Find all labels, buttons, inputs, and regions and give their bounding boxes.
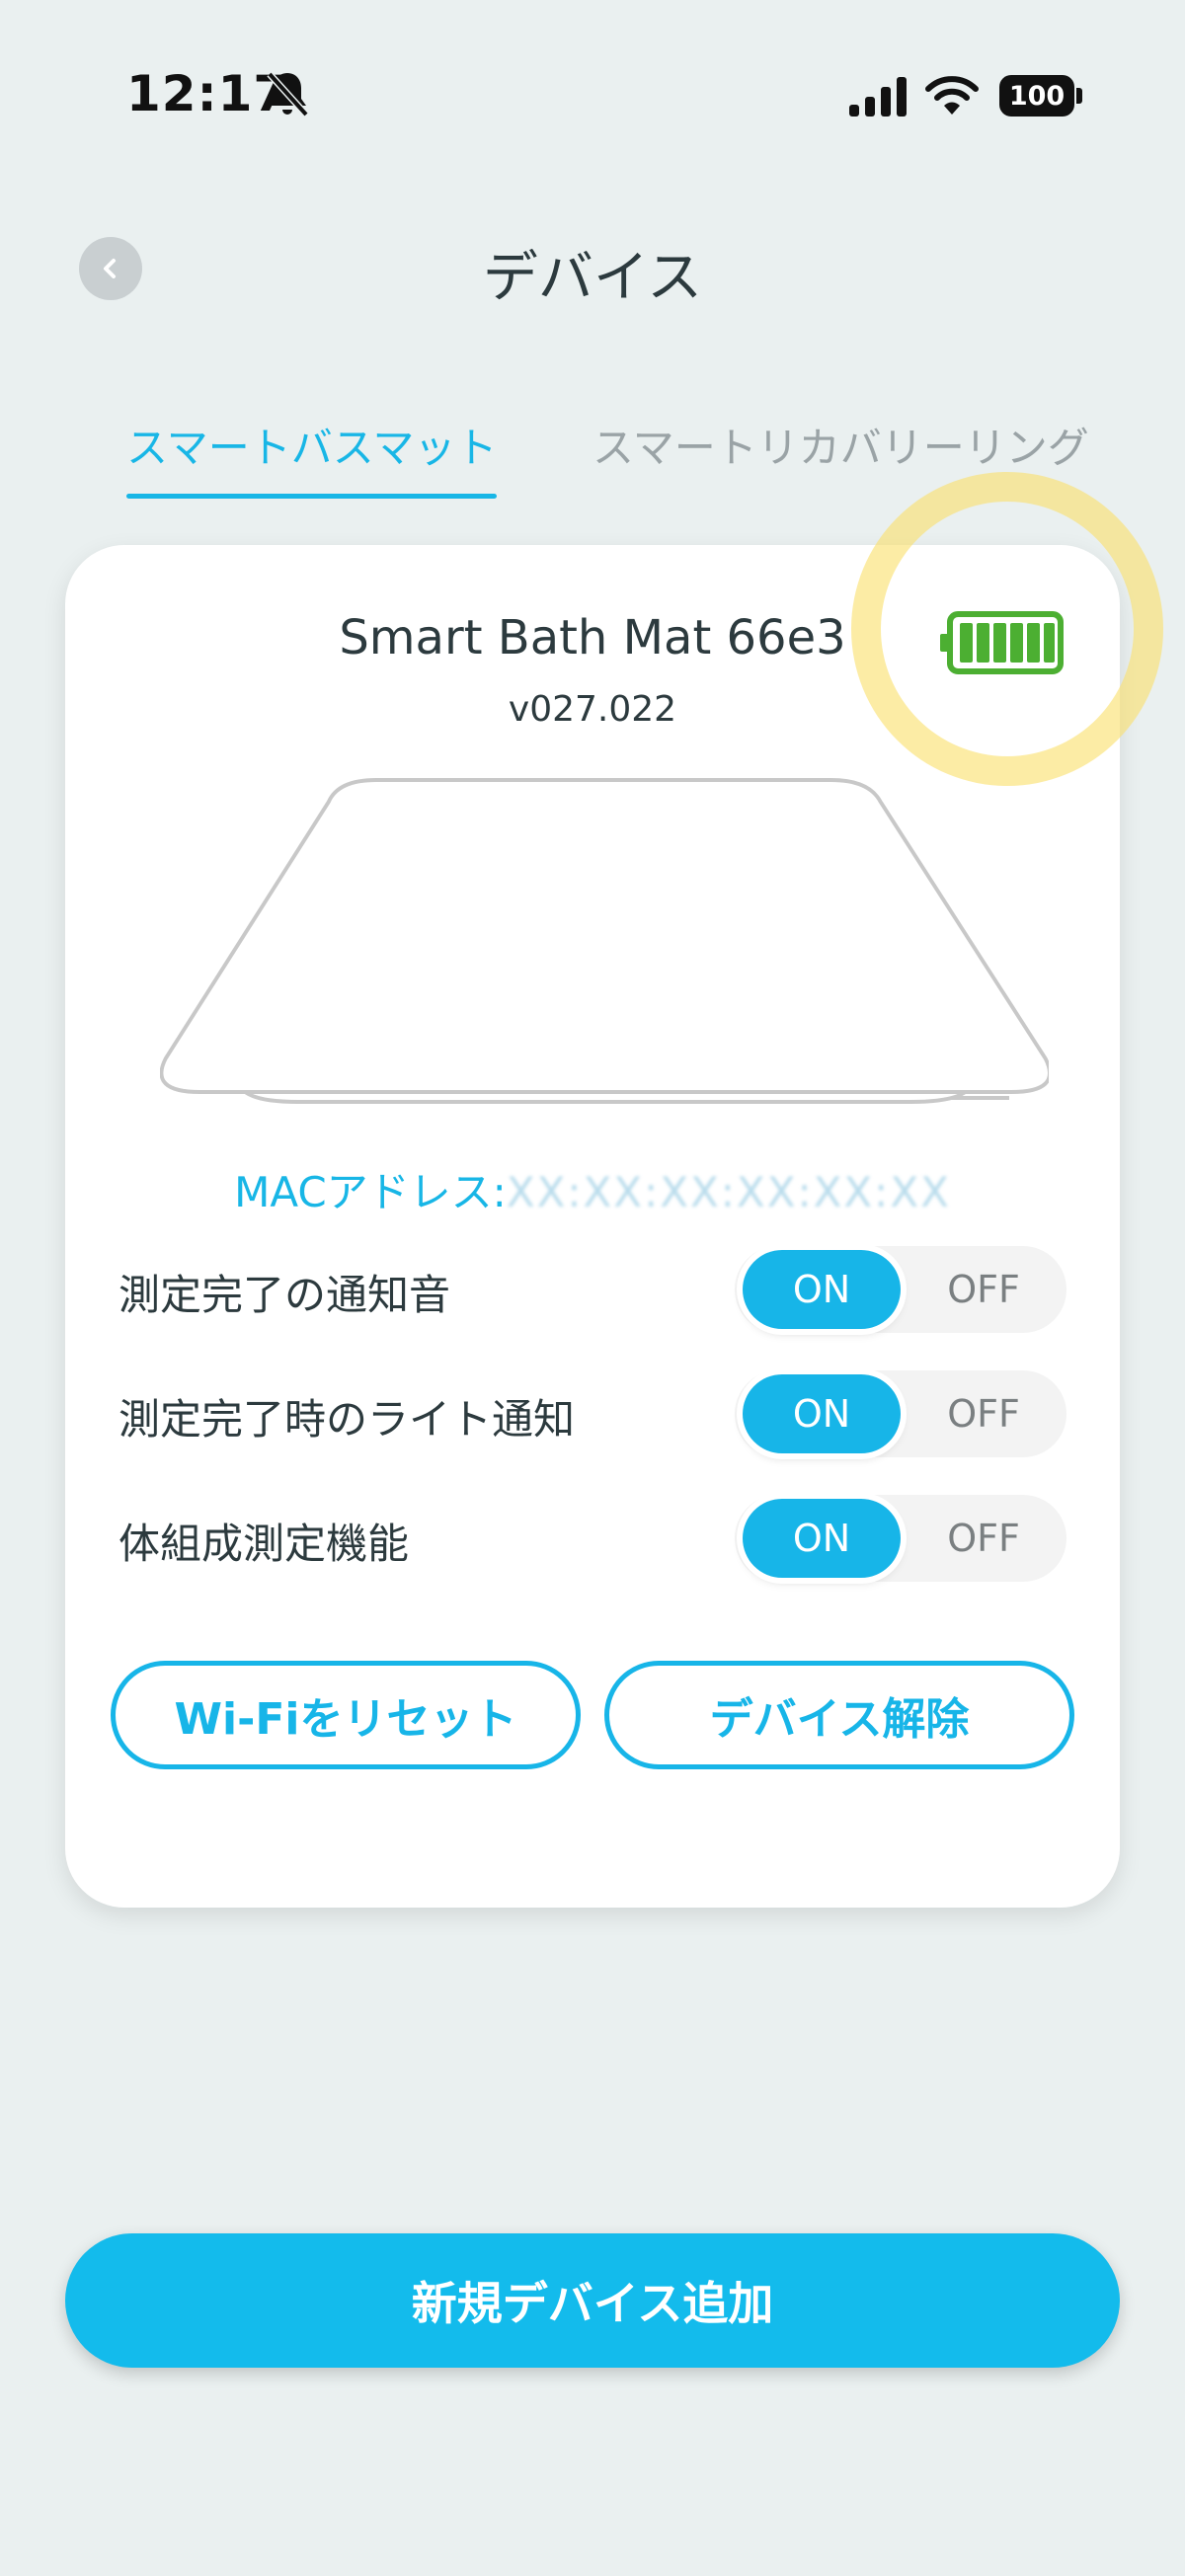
- body-composition-toggle[interactable]: ON OFF: [735, 1495, 1066, 1582]
- battery-full-icon: [940, 611, 1064, 674]
- tab-smart-recovery-ring[interactable]: スマートリカバリーリング: [592, 415, 1089, 475]
- signal-icon: [849, 77, 907, 117]
- sound-toggle[interactable]: ON OFF: [735, 1246, 1066, 1333]
- battery-nub: [1076, 88, 1082, 104]
- device-settings-screen: 12:17 100 デバイス スマートバスマット スマートリカバリーリング Sm…: [0, 0, 1185, 2576]
- toggle-off-option[interactable]: OFF: [908, 1374, 1059, 1453]
- setting-label: 測定完了時のライト通知: [118, 1395, 576, 1444]
- setting-label: 測定完了の通知音: [118, 1271, 451, 1319]
- tab-smart-bath-mat[interactable]: スマートバスマット: [126, 415, 498, 499]
- battery-percentage: 100: [999, 75, 1074, 117]
- reset-wifi-button[interactable]: Wi-Fiをリセット: [111, 1661, 581, 1769]
- device-card: Smart Bath Mat 66e3 v027.022 MACアドレス:XX:…: [65, 545, 1120, 1908]
- battery-icon: 100: [999, 75, 1082, 117]
- device-version: v027.022: [508, 689, 677, 730]
- page-title: デバイス: [482, 246, 703, 310]
- mac-address: MACアドレス:XX:XX:XX:XX:XX:XX: [65, 1159, 1120, 1219]
- setting-row-light: 測定完了時のライト通知 ON OFF: [118, 1368, 1066, 1463]
- toggle-on-option[interactable]: ON: [743, 1250, 901, 1329]
- bell-slash-icon: [267, 71, 309, 117]
- setting-row-body-composition: 体組成測定機能 ON OFF: [118, 1493, 1066, 1588]
- add-device-button[interactable]: 新規デバイス追加: [65, 2233, 1120, 2368]
- mac-address-label: MACアドレス:: [234, 1168, 507, 1216]
- toggle-off-option[interactable]: OFF: [908, 1499, 1059, 1578]
- bath-mat-illustration: [160, 778, 1049, 1104]
- toggle-off-option[interactable]: OFF: [908, 1250, 1059, 1329]
- light-toggle[interactable]: ON OFF: [735, 1370, 1066, 1457]
- remove-device-button[interactable]: デバイス解除: [604, 1661, 1074, 1769]
- setting-row-sound: 測定完了の通知音 ON OFF: [118, 1244, 1066, 1339]
- wifi-icon: [925, 76, 979, 115]
- toggle-on-option[interactable]: ON: [743, 1374, 901, 1453]
- setting-label: 体組成測定機能: [118, 1520, 410, 1568]
- toggle-on-option[interactable]: ON: [743, 1499, 901, 1578]
- mac-address-value: XX:XX:XX:XX:XX:XX: [506, 1168, 951, 1216]
